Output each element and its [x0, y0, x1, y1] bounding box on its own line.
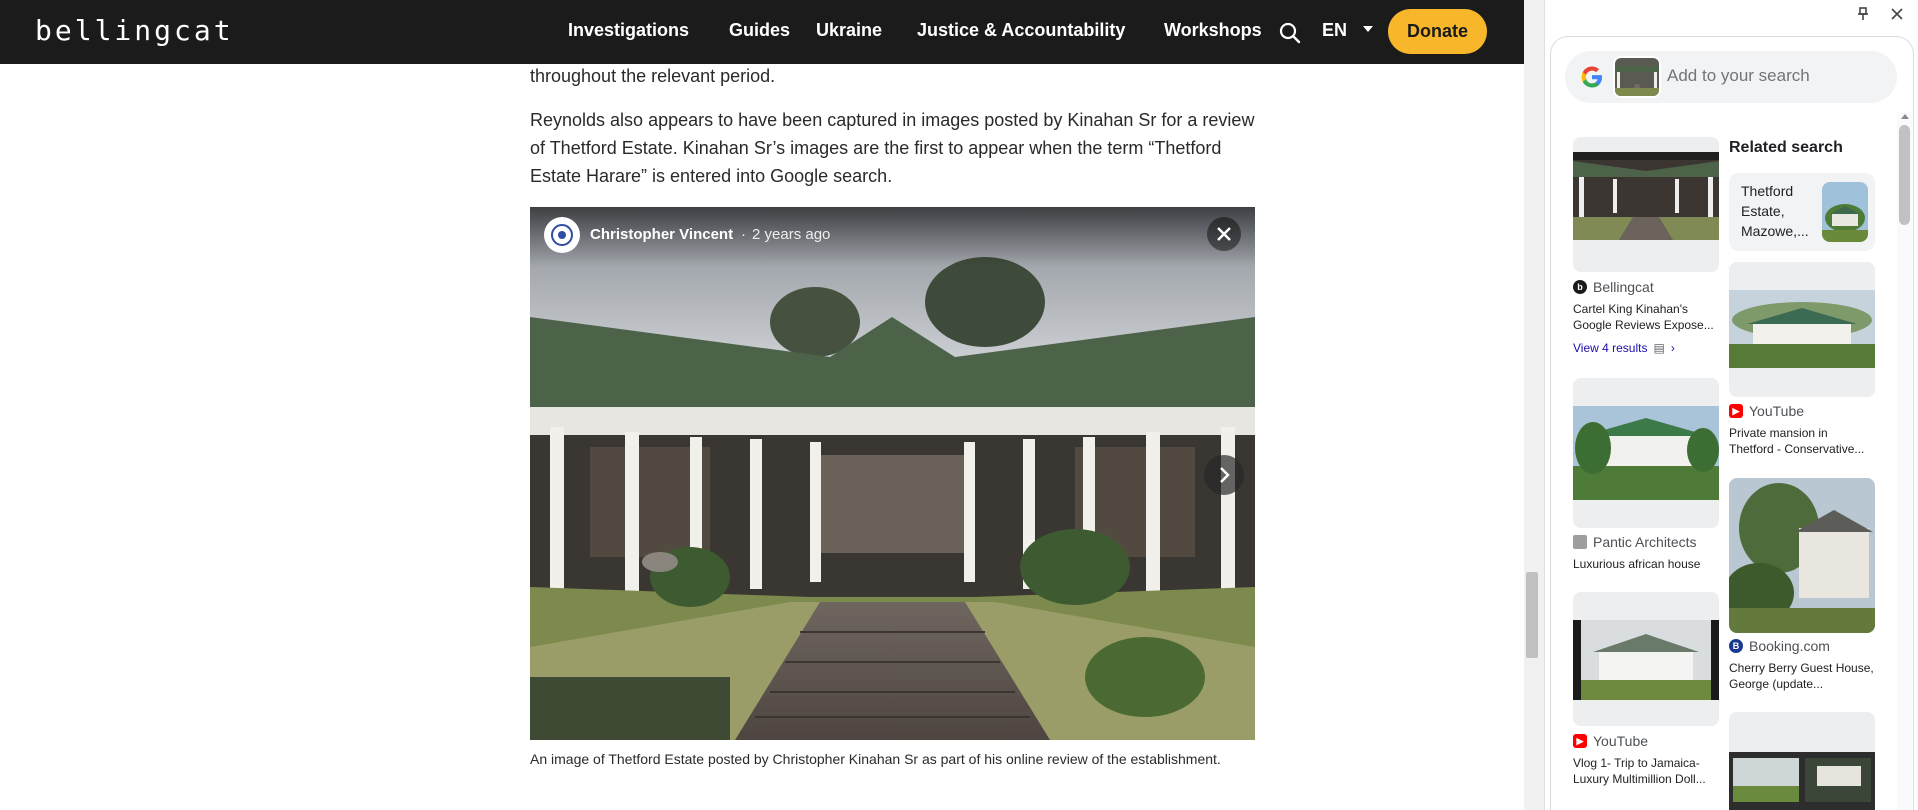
- nav-ukraine[interactable]: Ukraine: [816, 20, 882, 41]
- search-icon[interactable]: [1278, 21, 1302, 45]
- bellingcat-icon: b: [1573, 280, 1587, 294]
- figure-caption: An image of Thetford Estate posted by Ch…: [530, 751, 1221, 767]
- result-thumbnail[interactable]: [1729, 262, 1875, 397]
- separator-dot: ·: [741, 226, 746, 243]
- view-more-results-link[interactable]: View 4 results ▤ ›: [1573, 341, 1675, 355]
- result-source[interactable]: ▶ YouTube: [1573, 733, 1648, 749]
- result-thumbnail[interactable]: [1573, 137, 1719, 272]
- page-scrollbar-thumb[interactable]: [1526, 572, 1538, 658]
- close-icon[interactable]: [1889, 6, 1905, 22]
- search-image-thumbnail[interactable]: [1613, 56, 1661, 98]
- result-source[interactable]: b Bellingcat: [1573, 279, 1654, 295]
- result-source[interactable]: ▶ YouTube: [1729, 403, 1804, 419]
- result-source[interactable]: B Booking.com: [1729, 638, 1830, 654]
- language-selector[interactable]: EN: [1322, 20, 1347, 41]
- top-navigation-bar: bellingcat Investigations Guides Ukraine…: [0, 0, 1524, 64]
- result-thumbnail[interactable]: [1729, 712, 1875, 810]
- result-title[interactable]: Cherry Berry Guest House, George (update…: [1729, 660, 1875, 692]
- image-stack-icon: ▤: [1653, 341, 1665, 355]
- article-paragraph: Reynolds also appears to have been captu…: [530, 110, 1255, 186]
- nav-workshops[interactable]: Workshops: [1164, 20, 1262, 41]
- page-scrollbar[interactable]: [1524, 0, 1544, 810]
- estate-courtyard-photo: [530, 207, 1255, 740]
- photo-timestamp: 2 years ago: [752, 226, 831, 243]
- result-title[interactable]: Private mansion in Thetford - Conservati…: [1729, 425, 1875, 457]
- photo-author-name[interactable]: Christopher Vincent: [590, 226, 733, 243]
- related-search-heading: Related search: [1729, 139, 1843, 156]
- nav-justice-accountability[interactable]: Justice & Accountability: [917, 20, 1125, 41]
- result-thumbnail[interactable]: [1573, 592, 1719, 726]
- scroll-up-arrow-icon[interactable]: [1901, 114, 1909, 119]
- review-photo-viewer[interactable]: Christopher Vincent · 2 years ago: [530, 207, 1255, 740]
- eye-icon: [551, 224, 573, 246]
- panel-scrollbar-thumb[interactable]: [1899, 125, 1910, 225]
- chevron-right-icon: ›: [1670, 341, 1675, 355]
- article-paragraph: throughout the relevant period.: [530, 66, 776, 86]
- youtube-icon: ▶: [1573, 734, 1587, 748]
- result-title[interactable]: Vlog 1- Trip to Jamaica- Luxury Multimil…: [1573, 755, 1719, 787]
- close-icon[interactable]: [1207, 217, 1241, 251]
- nav-investigations[interactable]: Investigations: [568, 20, 689, 41]
- caret-down-icon[interactable]: [1363, 26, 1373, 32]
- youtube-icon: ▶: [1729, 404, 1743, 418]
- search-input[interactable]: Add to your search: [1667, 66, 1810, 86]
- google-logo-icon: [1578, 63, 1606, 91]
- donate-button[interactable]: Donate: [1388, 9, 1487, 54]
- related-search-thumbnail[interactable]: [1822, 182, 1868, 242]
- result-thumbnail[interactable]: [1573, 378, 1719, 528]
- booking-icon: B: [1729, 639, 1743, 653]
- result-title[interactable]: Cartel King Kinahan's Google Reviews Exp…: [1573, 301, 1719, 333]
- result-title[interactable]: Luxurious african house: [1573, 556, 1719, 572]
- author-avatar[interactable]: [544, 217, 580, 253]
- related-search-label[interactable]: Thetford Estate, Mazowe,...: [1741, 181, 1817, 241]
- nav-guides[interactable]: Guides: [729, 20, 790, 41]
- result-thumbnail[interactable]: [1729, 478, 1875, 633]
- result-source[interactable]: Pantic Architects: [1573, 534, 1697, 550]
- site-icon: [1573, 535, 1587, 549]
- chevron-right-icon[interactable]: [1204, 455, 1244, 495]
- main-page: bellingcat Investigations Guides Ukraine…: [0, 0, 1524, 810]
- pin-icon[interactable]: [1855, 6, 1871, 22]
- bellingcat-logo[interactable]: bellingcat: [35, 14, 234, 47]
